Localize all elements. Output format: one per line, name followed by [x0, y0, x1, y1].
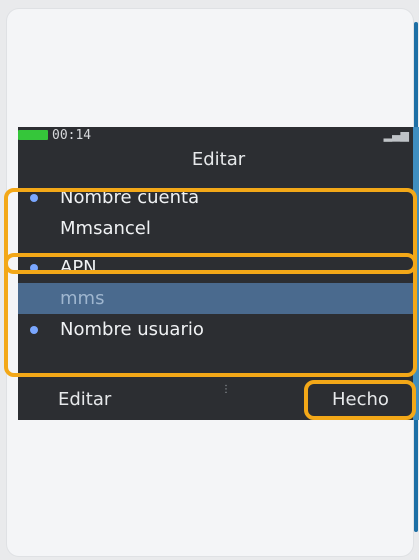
signal-icon: ▂▄▆ — [383, 129, 409, 142]
softkey-left[interactable]: Editar — [58, 388, 111, 412]
screen-title: Editar — [191, 149, 246, 170]
clock: 00:14 — [52, 128, 92, 143]
status-bar: 00:14 ▂▄▆ — [18, 127, 419, 145]
scroll-indicator: ⋮ — [221, 384, 231, 395]
highlight-done-button — [304, 380, 416, 420]
highlight-apn-username — [4, 253, 417, 377]
battery-icon — [18, 130, 48, 140]
